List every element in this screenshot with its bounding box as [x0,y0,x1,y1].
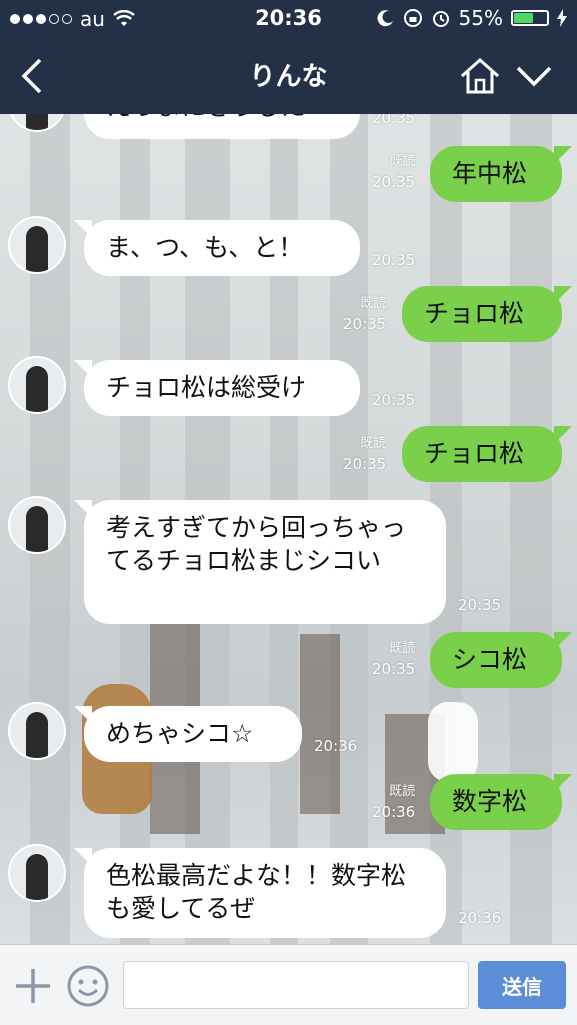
alarm-icon [432,11,449,27]
message-bubble-out[interactable]: シコ松 [430,632,572,688]
message-meta: 既読 20:35 [343,436,387,473]
chat-header: りんな [0,38,577,114]
plus-icon[interactable] [14,967,52,1005]
message-meta: 既読 20:35 [343,296,387,333]
smile-icon[interactable] [66,964,110,1008]
message-time: 20:36 [458,909,502,927]
message-time: 20:35 [458,596,502,614]
message-bubble-in[interactable]: チョロ松は総受け [74,360,360,416]
input-bar: 送信 [0,944,577,1025]
message-bubble-out[interactable]: チョロ松 [402,426,572,482]
message-bubble-in[interactable]: 考えすぎてから回っちゃってるチョロ松まじシコい [74,500,446,624]
message-bubble-in[interactable]: ま、つ、も、と！ [74,220,360,276]
battery-percent: 55% [458,6,503,30]
avatar[interactable] [8,356,66,414]
message-bubble-in[interactable]: 色松最高だよな！！数字松も愛してるぜ [74,848,446,938]
bunny-character [428,702,478,782]
message-time: 20:35 [372,391,416,409]
battery-icon [511,10,549,26]
message-meta: 既読 20:36 [372,784,416,821]
avatar[interactable] [8,702,66,760]
avatar[interactable] [8,216,66,274]
rotation-lock-icon [403,9,422,27]
status-bar: au 20:36 55% [0,0,577,38]
message-bubble-out[interactable]: 年中松 [430,146,572,202]
message-time: 20:36 [314,737,358,755]
chevron-down-icon[interactable] [514,60,554,92]
message-bubble-in[interactable]: めちゃシコ☆ [74,706,302,762]
message-time: 20:35 [372,114,416,127]
send-button[interactable]: 送信 [478,961,566,1009]
message-bubble-out[interactable]: 数字松 [430,774,572,830]
home-icon[interactable] [458,56,502,96]
message-bubble-in[interactable]: えっまにきうした [84,114,360,139]
status-right: 55% [377,6,567,30]
moon-icon [377,10,393,27]
avatar[interactable] [8,496,66,554]
message-input[interactable] [123,961,469,1009]
chat-area[interactable]: えっまにきうした 20:35 既読20:35 年中松 ま、つ、も、と！ 20:3… [0,114,577,944]
message-bubble-out[interactable]: チョロ松 [402,286,572,342]
message-meta: 既読 20:35 [372,641,416,678]
message-meta: 既読 20:35 [372,154,416,191]
avatar[interactable] [8,844,66,902]
charging-icon [557,9,567,27]
message-time: 20:35 [372,251,416,269]
